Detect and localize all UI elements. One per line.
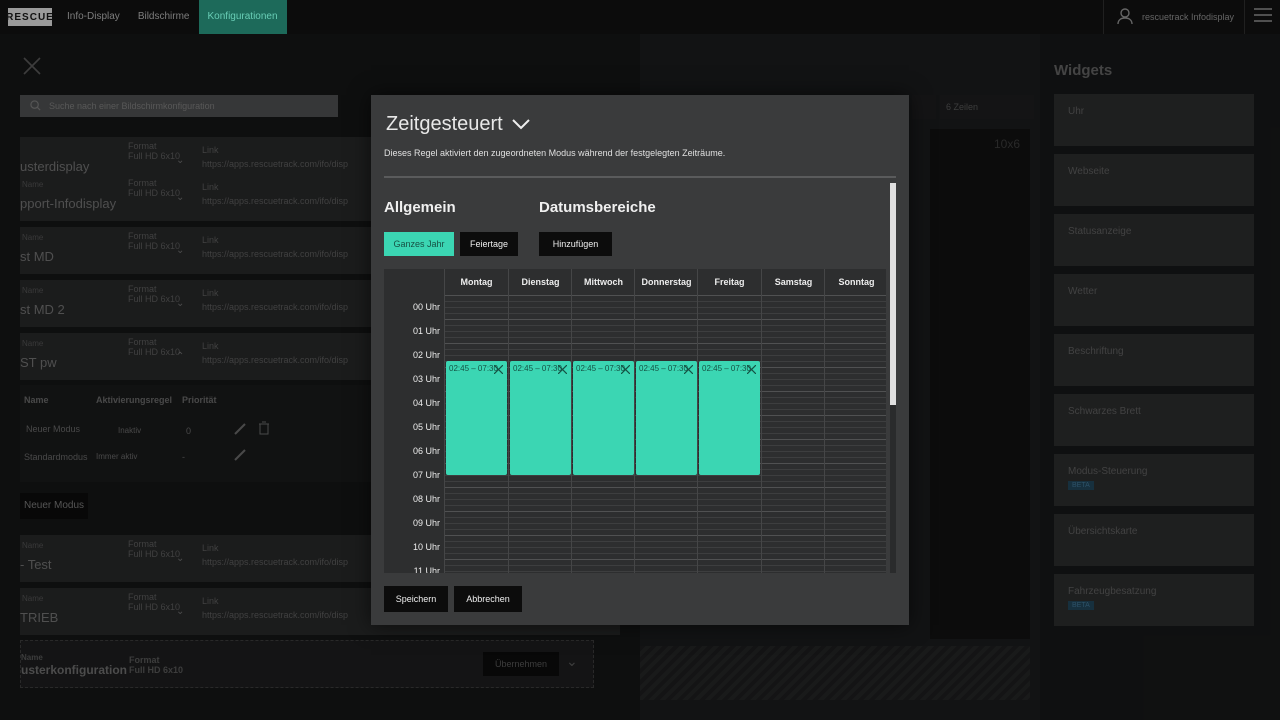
top-navigation-bar: RESCUE Info-Display Bildschirme Konfigur… <box>0 0 1280 34</box>
time-slot-event[interactable]: 02:45 – 07:30 <box>573 361 634 475</box>
close-icon[interactable] <box>746 364 757 375</box>
add-date-range-button[interactable]: Hinzufügen <box>539 232 612 256</box>
event-time-label: 02:45 – 07:30 <box>449 364 498 373</box>
time-slot-event[interactable]: 02:45 – 07:30 <box>446 361 507 475</box>
section-general-title: Allgemein <box>384 199 456 216</box>
nav-item-bildschirme[interactable]: Bildschirme <box>129 0 199 34</box>
scrollbar[interactable] <box>890 183 896 573</box>
hour-label: 03 Uhr <box>412 374 440 384</box>
user-menu[interactable]: rescuetrack Infodisplay <box>1102 0 1234 34</box>
save-button[interactable]: Speichern <box>384 586 448 612</box>
user-name: rescuetrack Infodisplay <box>1141 12 1234 22</box>
time-slot-event[interactable]: 02:45 – 07:30 <box>699 361 760 475</box>
time-slot-event[interactable]: 02:45 – 07:30 <box>510 361 571 475</box>
section-dates-title: Datumsbereiche <box>539 199 656 216</box>
menu-button[interactable] <box>1244 0 1280 34</box>
hamburger-icon <box>1253 7 1272 27</box>
cancel-button[interactable]: Abbrechen <box>454 586 522 612</box>
nav-item-konfigurationen[interactable]: Konfigurationen <box>198 0 287 34</box>
dialog-scroll-area[interactable]: Allgemein Datumsbereiche Ganzes Jahr Fei… <box>384 183 896 573</box>
day-header-freitag: Freitag <box>714 277 745 287</box>
time-rule-dialog: Zeitgesteuert Dieses Regel aktiviert den… <box>371 95 909 625</box>
event-time-label: 02:45 – 07:30 <box>513 364 562 373</box>
whole-year-button[interactable]: Ganzes Jahr <box>384 232 454 256</box>
hour-label: 01 Uhr <box>412 326 440 336</box>
day-header-samstag: Samstag <box>774 277 813 287</box>
holidays-button[interactable]: Feiertage <box>460 232 518 256</box>
hour-label: 04 Uhr <box>412 398 440 408</box>
close-icon[interactable] <box>683 364 694 375</box>
close-icon[interactable] <box>493 364 504 375</box>
day-header-donnerstag: Donnerstag <box>641 277 692 287</box>
event-time-label: 02:45 – 07:30 <box>576 364 625 373</box>
day-header-mittwoch: Mittwoch <box>584 277 623 287</box>
weekly-schedule-grid[interactable]: Montag Dienstag Mittwoch Donnerstag Frei… <box>384 269 886 573</box>
hour-label: 10 Uhr <box>412 542 440 552</box>
day-header-montag: Montag <box>460 277 493 287</box>
hour-label: 11 Uhr <box>413 566 440 573</box>
hour-label: 06 Uhr <box>412 446 440 456</box>
event-time-label: 02:45 – 07:30 <box>639 364 688 373</box>
close-icon[interactable] <box>557 364 568 375</box>
nav-item-info-display[interactable]: Info-Display <box>58 0 129 34</box>
event-time-label: 02:45 – 07:30 <box>702 364 751 373</box>
hour-label: 09 Uhr <box>412 518 440 528</box>
hour-label: 00 Uhr <box>412 302 440 312</box>
rule-type-dropdown[interactable]: Zeitgesteuert <box>386 113 531 136</box>
dialog-title: Zeitgesteuert <box>386 113 503 135</box>
close-icon[interactable] <box>620 364 631 375</box>
scrollbar-thumb[interactable] <box>890 183 896 405</box>
time-slot-event[interactable]: 02:45 – 07:30 <box>636 361 697 475</box>
day-header-dienstag: Dienstag <box>521 277 560 287</box>
day-column <box>762 269 825 573</box>
chevron-down-icon <box>511 113 531 136</box>
hour-label: 05 Uhr <box>412 422 440 432</box>
dialog-description: Dieses Regel aktiviert den zugeordneten … <box>384 148 726 158</box>
hour-label: 08 Uhr <box>412 494 440 504</box>
hour-label: 07 Uhr <box>412 470 440 480</box>
user-icon <box>1116 7 1134 27</box>
hour-label: 02 Uhr <box>412 350 440 360</box>
app-logo[interactable]: RESCUE <box>6 8 53 26</box>
day-header-sonntag: Sonntag <box>838 277 875 287</box>
divider <box>384 176 896 178</box>
